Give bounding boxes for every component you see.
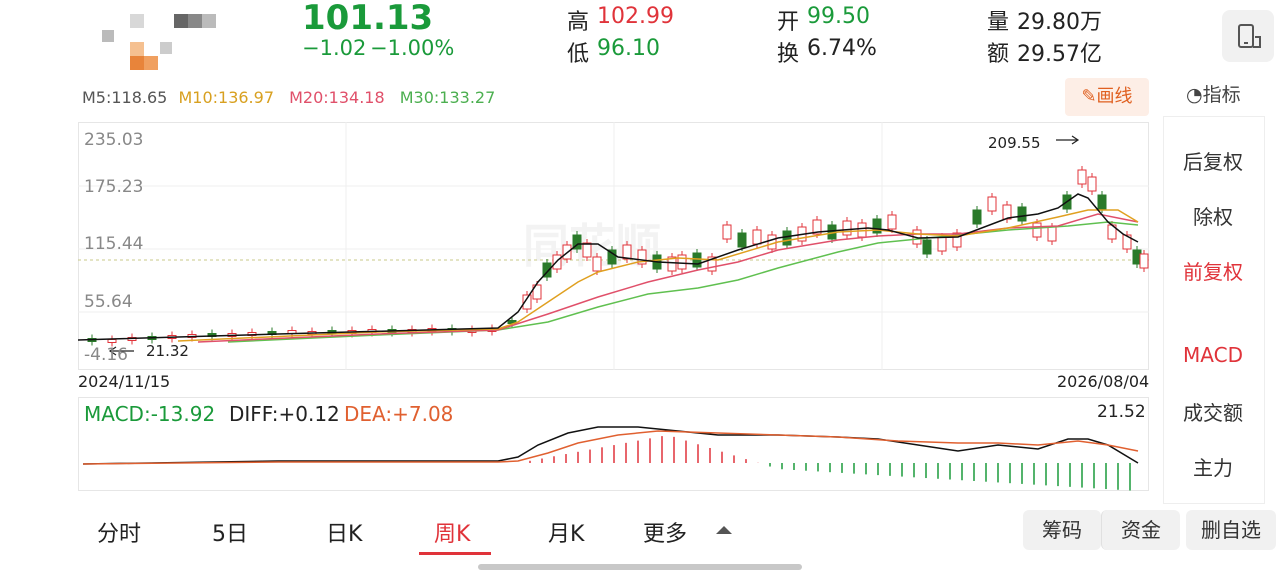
candle: [1097, 194, 1107, 210]
sidebar-item-forward-adjusted[interactable]: 前复权: [1163, 256, 1263, 285]
candle: [592, 256, 602, 272]
low-value: 96.10: [597, 36, 660, 61]
min-price-annotation: 21.32: [146, 342, 189, 360]
current-price: 101.13: [302, 0, 434, 38]
funds-button[interactable]: 资金: [1101, 510, 1180, 550]
y-tick-3: 115.44: [84, 234, 144, 254]
indicator-button[interactable]: ◔指标: [1186, 80, 1241, 107]
kline-chart[interactable]: 同花顺 209.55 21.32: [78, 122, 1149, 370]
candle: [752, 229, 762, 245]
volume-label: 量: [987, 10, 1010, 35]
candle: [1077, 169, 1087, 185]
candle: [722, 224, 732, 240]
candle: [972, 209, 982, 225]
candle: [1002, 204, 1012, 220]
candle: [107, 339, 117, 343]
candle: [922, 239, 932, 255]
high-label: 高: [567, 10, 590, 35]
candle: [842, 220, 852, 236]
active-tab-underline: [419, 552, 491, 555]
turnover-value: 6.74%: [807, 36, 877, 61]
sidebar-item-main-force[interactable]: 主力: [1163, 452, 1263, 481]
remove-watchlist-button[interactable]: 删自选: [1186, 510, 1276, 550]
dea-value: DEA:+7.08: [344, 402, 454, 426]
price-change: −1.02: [302, 36, 367, 60]
open-label: 开: [777, 10, 800, 35]
candle: [1047, 226, 1057, 242]
end-date: 2026/08/04: [1057, 372, 1150, 391]
tab-5day[interactable]: 5日: [212, 516, 248, 548]
candle: [782, 230, 792, 246]
max-price-annotation: 209.55: [988, 134, 1041, 152]
price-change-pct: −1.00%: [370, 36, 455, 60]
draw-line-button[interactable]: ✎画线: [1065, 78, 1149, 116]
stock-logo: [100, 12, 230, 74]
open-value: 99.50: [807, 4, 870, 29]
sidebar-item-ex-rights[interactable]: 除权: [1163, 201, 1263, 230]
tab-monthly[interactable]: 月K: [548, 516, 584, 548]
draw-line-label: 画线: [1096, 86, 1133, 107]
home-indicator[interactable]: [478, 564, 802, 570]
macd-value: MACD:-13.92: [84, 402, 216, 426]
macd-top-value: 21.52: [1097, 402, 1146, 422]
candle: [1087, 176, 1097, 192]
ma30-label: M30:133.27: [399, 88, 496, 107]
candle: [987, 196, 997, 212]
low-label: 低: [567, 42, 590, 67]
candle: [692, 252, 702, 268]
indicator-label: 指标: [1202, 84, 1241, 106]
candle: [1017, 206, 1027, 222]
y-tick-5: -4.16: [84, 345, 128, 365]
caret-up-icon[interactable]: [716, 526, 732, 534]
landscape-toggle-button[interactable]: [1222, 10, 1274, 62]
ma10-label: M10:136.97: [178, 88, 274, 107]
candle: [937, 236, 947, 252]
chips-button[interactable]: 筹码: [1023, 510, 1101, 550]
sidebar-item-back-adjusted[interactable]: 后复权: [1163, 146, 1263, 175]
candle: [677, 254, 687, 270]
y-tick-4: 55.64: [84, 292, 133, 312]
pencil-icon: ✎: [1081, 86, 1097, 107]
turnover-label: 换: [777, 42, 800, 67]
y-tick-2: 175.23: [84, 177, 144, 197]
start-date: 2024/11/15: [78, 372, 171, 391]
sidebar-item-macd[interactable]: MACD: [1163, 343, 1263, 367]
ma5-label: M5:118.65: [82, 88, 168, 107]
tab-weekly[interactable]: 周K: [434, 516, 470, 548]
y-tick-1: 235.03: [84, 130, 144, 150]
ma20-label: M20:134.18: [289, 88, 385, 107]
tab-intraday[interactable]: 分时: [97, 516, 141, 548]
volume-value: 29.80万: [1017, 10, 1102, 35]
amount-value: 29.57亿: [1017, 42, 1102, 67]
sidebar-item-turnover-amount[interactable]: 成交额: [1163, 397, 1263, 426]
candle: [1139, 253, 1149, 269]
tab-daily[interactable]: 日K: [326, 516, 362, 548]
amount-label: 额: [987, 42, 1010, 67]
phone-rotate-icon: [1238, 24, 1261, 48]
gauge-icon: ◔: [1186, 84, 1203, 106]
ma-legend: M5:118.65 M10:136.97 M20:134.18 M30:133.…: [82, 88, 495, 107]
candle: [582, 242, 592, 258]
candle: [622, 244, 632, 260]
tab-more[interactable]: 更多: [643, 516, 687, 548]
high-value: 102.99: [597, 4, 674, 29]
candle: [1032, 222, 1042, 238]
candle: [767, 234, 777, 250]
diff-value: DIFF:+0.12: [229, 402, 340, 426]
candle: [887, 214, 897, 230]
candle: [737, 232, 747, 248]
